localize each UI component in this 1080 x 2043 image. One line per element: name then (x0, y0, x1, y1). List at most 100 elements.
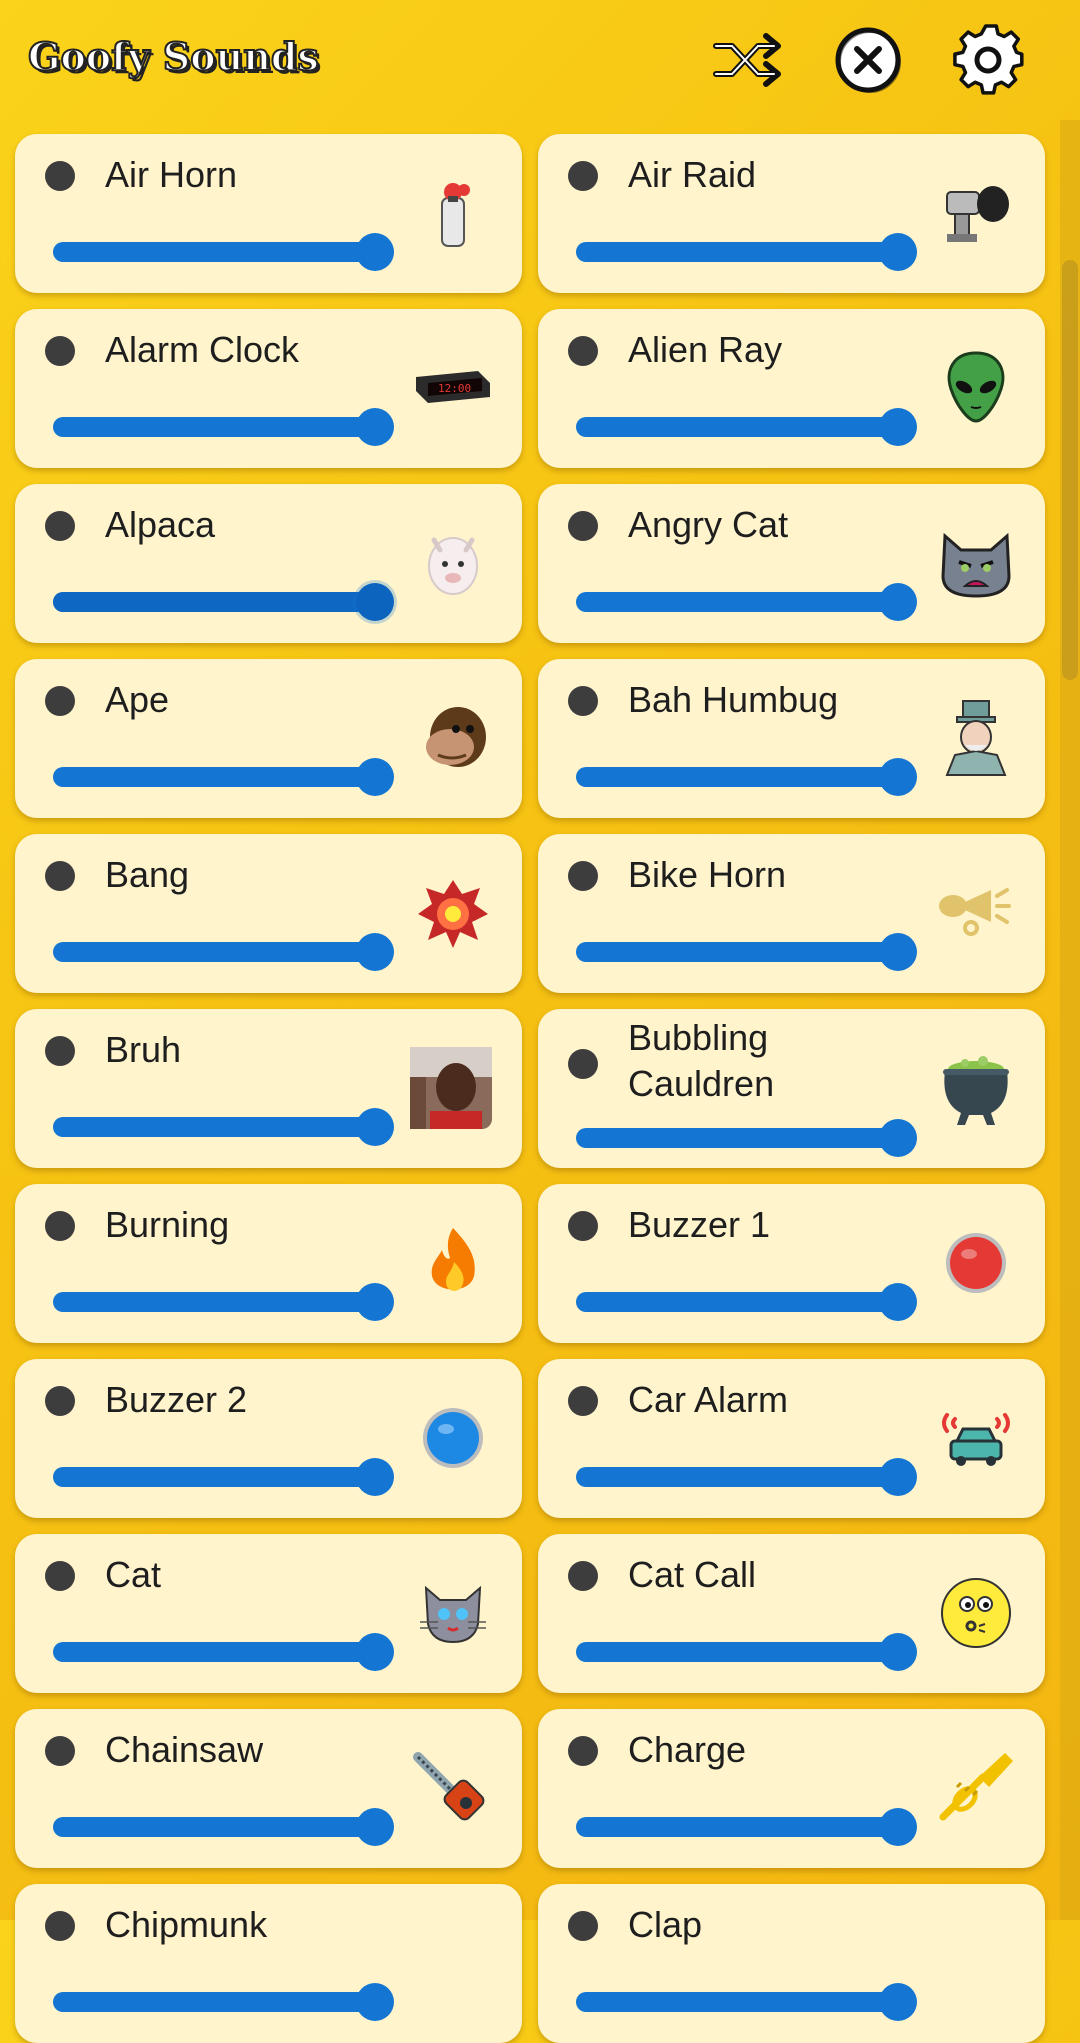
slider-thumb[interactable] (879, 1633, 917, 1671)
volume-slider[interactable] (53, 758, 394, 796)
sound-card-air-raid[interactable]: Air Raid (538, 134, 1045, 293)
volume-slider[interactable] (576, 408, 917, 446)
sound-card-buzzer-1[interactable]: Buzzer 1 (538, 1184, 1045, 1343)
sound-card-cat-call[interactable]: Cat Call (538, 1534, 1045, 1693)
sound-card-buzzer-2[interactable]: Buzzer 2 (15, 1359, 522, 1518)
volume-slider[interactable] (53, 1283, 394, 1321)
siren-icon (935, 172, 1017, 254)
volume-slider[interactable] (53, 933, 394, 971)
slider-thumb[interactable] (879, 1458, 917, 1496)
volume-slider[interactable] (576, 933, 917, 971)
slider-thumb[interactable] (879, 933, 917, 971)
sound-card-bah-humbug[interactable]: Bah Humbug (538, 659, 1045, 818)
sound-card-alarm-clock[interactable]: Alarm Clock 12:00 (15, 309, 522, 468)
sound-label: Alien Ray (628, 329, 783, 370)
play-indicator (45, 1736, 75, 1766)
volume-slider[interactable] (576, 583, 917, 621)
slider-thumb[interactable] (879, 1983, 917, 2021)
scrollbar-track[interactable] (1060, 120, 1080, 1920)
alarm-clock-icon: 12:00 (412, 347, 494, 429)
car-alarm-icon (935, 1397, 1017, 1479)
sound-label: Ape (105, 679, 170, 720)
sound-label: Alpaca (105, 504, 216, 545)
stop-all-button[interactable] (830, 22, 906, 98)
slider-thumb[interactable] (356, 583, 394, 621)
sound-label: Chainsaw (105, 1729, 264, 1770)
sound-label: Cat Call (628, 1554, 757, 1595)
slider-thumb[interactable] (879, 233, 917, 271)
sound-label: Car Alarm (628, 1379, 789, 1420)
play-indicator (568, 1561, 598, 1591)
slider-thumb[interactable] (356, 408, 394, 446)
play-indicator (568, 861, 598, 891)
chainsaw-icon (412, 1747, 494, 1829)
sound-label: Bang (105, 854, 190, 895)
slider-thumb[interactable] (879, 1119, 917, 1157)
slider-thumb[interactable] (879, 408, 917, 446)
sound-label: Angry Cat (628, 504, 789, 545)
sound-label: Cat (105, 1554, 162, 1595)
play-indicator (45, 1561, 75, 1591)
volume-slider[interactable] (53, 583, 394, 621)
sound-card-charge[interactable]: Charge (538, 1709, 1045, 1868)
slider-thumb[interactable] (356, 1983, 394, 2021)
app-title: Goofy Sounds (27, 33, 320, 80)
sound-card-angry-cat[interactable]: Angry Cat (538, 484, 1045, 643)
volume-slider[interactable] (576, 1633, 917, 1671)
volume-slider[interactable] (576, 233, 917, 271)
sound-card-alpaca[interactable]: Alpaca (15, 484, 522, 643)
sound-card-chainsaw[interactable]: Chainsaw (15, 1709, 522, 1868)
sound-card-burning[interactable]: Burning (15, 1184, 522, 1343)
sound-card-chipmunk[interactable]: Chipmunk (15, 1884, 522, 2043)
sound-card-air-horn[interactable]: Air Horn (15, 134, 522, 293)
shuffle-button[interactable] (710, 22, 786, 98)
sound-label: Air Horn (105, 154, 238, 195)
sound-card-clap[interactable]: Clap (538, 1884, 1045, 2043)
volume-slider[interactable] (576, 1808, 917, 1846)
slider-thumb[interactable] (879, 758, 917, 796)
sound-card-car-alarm[interactable]: Car Alarm (538, 1359, 1045, 1518)
bruh-photo-icon (410, 1047, 492, 1129)
settings-button[interactable] (950, 22, 1026, 98)
sound-label: Chipmunk (105, 1904, 268, 1945)
volume-slider[interactable] (53, 1633, 394, 1671)
slider-thumb[interactable] (879, 583, 917, 621)
slider-thumb[interactable] (356, 933, 394, 971)
volume-slider[interactable] (576, 1283, 917, 1321)
slider-thumb[interactable] (356, 1808, 394, 1846)
slider-thumb[interactable] (356, 1633, 394, 1671)
volume-slider[interactable] (53, 1108, 394, 1146)
volume-slider[interactable] (576, 1983, 917, 2021)
volume-slider[interactable] (53, 233, 394, 271)
sound-card-bruh[interactable]: Bruh (15, 1009, 522, 1168)
volume-slider[interactable] (576, 1458, 917, 1496)
sound-card-ape[interactable]: Ape (15, 659, 522, 818)
sound-card-alien-ray[interactable]: Alien Ray (538, 309, 1045, 468)
slider-thumb[interactable] (356, 1108, 394, 1146)
volume-slider[interactable] (53, 408, 394, 446)
volume-slider[interactable] (53, 1983, 394, 2021)
sound-card-cat[interactable]: Cat (15, 1534, 522, 1693)
sound-card-bubbling-cauldren[interactable]: Bubbling Cauldren (538, 1009, 1045, 1168)
slider-thumb[interactable] (356, 1458, 394, 1496)
play-indicator (568, 686, 598, 716)
bike-horn-icon (935, 872, 1017, 954)
slider-thumb[interactable] (356, 758, 394, 796)
sound-label: Charge (628, 1729, 747, 1770)
sound-card-bang[interactable]: Bang (15, 834, 522, 993)
volume-slider[interactable] (53, 1458, 394, 1496)
slider-thumb[interactable] (356, 233, 394, 271)
play-indicator (45, 336, 75, 366)
whistling-face-icon (935, 1572, 1017, 1654)
slider-thumb[interactable] (879, 1808, 917, 1846)
sound-card-bike-horn[interactable]: Bike Horn (538, 834, 1045, 993)
scrollbar-thumb[interactable] (1062, 260, 1078, 680)
slider-thumb[interactable] (879, 1283, 917, 1321)
stop-all-icon (835, 27, 901, 93)
play-indicator (568, 1736, 598, 1766)
slider-thumb[interactable] (356, 1283, 394, 1321)
volume-slider[interactable] (576, 1119, 917, 1157)
play-indicator (45, 511, 75, 541)
volume-slider[interactable] (576, 758, 917, 796)
volume-slider[interactable] (53, 1808, 394, 1846)
